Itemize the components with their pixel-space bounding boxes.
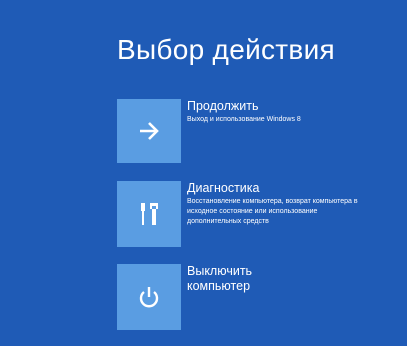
troubleshoot-text: Диагностика Восстановление компьютера, в… [187,181,367,227]
continue-subtitle: Выход и использование Windows 8 [187,116,301,123]
continue-tile[interactable] [117,99,181,163]
choose-option-screen: Выбор действия Продолжить Выход и исполь… [0,0,407,346]
troubleshoot-option[interactable]: Диагностика Восстановление компьютера, в… [117,181,377,249]
troubleshoot-subtitle: Восстановление компьютера, возврат компь… [187,198,358,225]
continue-option[interactable]: Продолжить Выход и использование Windows… [117,99,377,167]
power-icon [139,287,159,308]
page-title: Выбор действия [117,34,336,65]
turn-off-option[interactable]: Выключить компьютер [117,264,377,332]
troubleshoot-title: Диагностика [187,181,260,195]
continue-title: Продолжить [187,99,259,113]
turn-off-tile[interactable] [117,264,181,330]
troubleshoot-tile[interactable] [117,181,181,247]
tools-icon [141,203,158,225]
turn-off-title: Выключить компьютер [187,264,253,293]
arrow-right-icon [140,122,159,140]
continue-text: Продолжить Выход и использование Windows… [187,99,367,125]
turn-off-text: Выключить компьютер [187,264,367,294]
